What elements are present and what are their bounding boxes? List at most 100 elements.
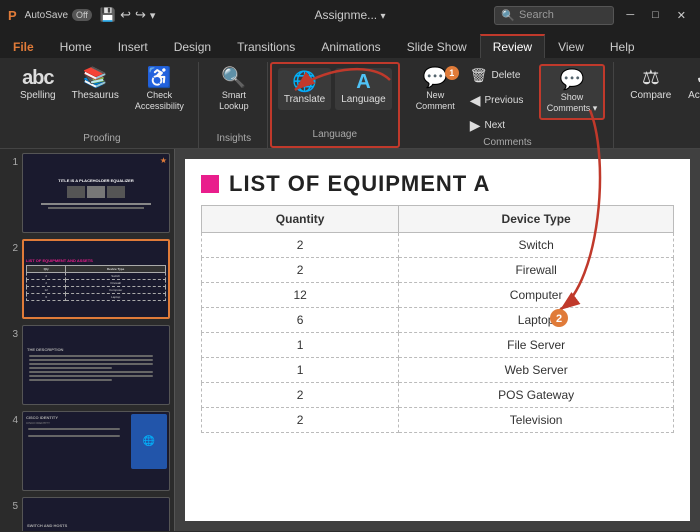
tab-help[interactable]: Help	[597, 35, 648, 58]
table-header-row: Quantity Device Type	[202, 206, 674, 233]
compare-label: Compare	[630, 90, 671, 102]
table-cell: 2	[202, 408, 399, 433]
language-items: 🌐 Translate A Language	[278, 66, 392, 129]
language-label: Language	[313, 129, 358, 144]
show-comments-label: ShowComments ▾	[547, 92, 598, 114]
tab-design[interactable]: Design	[161, 35, 224, 58]
comments-group: 💬 NewComment 1 🗑 Delete ◀ Previous ▶	[402, 62, 615, 148]
thesaurus-label: Thesaurus	[72, 90, 119, 102]
table-cell: Firewall	[399, 258, 674, 283]
table-cell: File Server	[399, 333, 674, 358]
search-icon: 🔍	[501, 9, 515, 22]
smart-lookup-button[interactable]: 🔍 SmartLookup	[209, 64, 259, 116]
slide-img-4: CISCO IDENTITY CISCO IDENTITY 🌐	[22, 411, 170, 491]
slide-thumb-4[interactable]: 4 CISCO IDENTITY CISCO IDENTITY 🌐	[4, 411, 170, 491]
table-cell: Switch	[399, 233, 674, 258]
slide-5-content: SWITCH AND HOSTS	[23, 521, 169, 531]
thesaurus-icon: 📚	[83, 68, 108, 88]
ribbon-content: abc Spelling 📚 Thesaurus ♿ CheckAccessib…	[0, 58, 700, 148]
ribbon: abc Spelling 📚 Thesaurus ♿ CheckAccessib…	[0, 58, 700, 149]
accessibility-items: 🔍 SmartLookup	[209, 62, 259, 133]
accessibility-label: Insights	[217, 133, 251, 148]
main-area: 1 ★ TITLE IS A PLACEHOLDER EQUALIZER 2	[0, 149, 700, 531]
accept-button[interactable]: ✓ Accept	[681, 64, 700, 106]
translate-button[interactable]: 🌐 Translate	[278, 68, 331, 110]
accessibility-icon: ♿	[147, 68, 172, 88]
spelling-button[interactable]: abc Spelling	[14, 64, 62, 106]
slide-pink-box	[201, 175, 219, 193]
tab-view[interactable]: View	[545, 35, 597, 58]
table-cell: 1	[202, 358, 399, 383]
next-button[interactable]: ▶ Next	[465, 114, 535, 137]
redo-icon[interactable]: ↪	[135, 7, 146, 23]
show-comments-icon: 💬	[560, 70, 585, 90]
save-icon[interactable]: 💾	[100, 7, 116, 23]
proofing-label: Proofing	[83, 133, 120, 148]
table-cell: Computer	[399, 283, 674, 308]
titlebar-left: P AutoSave Off 💾 ↩ ↪ ▾	[8, 7, 232, 23]
delete-icon: 🗑	[470, 67, 488, 84]
compare-button[interactable]: ⚖ Compare	[624, 64, 677, 106]
table-row: 1 File Server	[202, 333, 674, 358]
table-cell: Television	[399, 408, 674, 433]
ribbon-tabs: File Home Insert Design Transitions Anim…	[0, 30, 700, 58]
thesaurus-button[interactable]: 📚 Thesaurus	[66, 64, 125, 106]
slide-thumb-2[interactable]: 2 LIST OF EQUIPMENT AND ASSETS QtyDevice…	[4, 239, 170, 319]
comment-nav-group: 🗑 Delete ◀ Previous ▶ Next	[465, 64, 535, 137]
table-row: 2 Firewall	[202, 258, 674, 283]
table-cell: Laptop	[399, 308, 674, 333]
filename-arrow[interactable]: ▾	[381, 11, 386, 22]
smart-lookup-label: SmartLookup	[219, 90, 249, 112]
slide-thumb-3[interactable]: 3 THE DESCRIPTION	[4, 325, 170, 405]
filename: Assignme...	[314, 8, 377, 22]
autosave-toggle[interactable]: Off	[72, 9, 92, 21]
tab-review[interactable]: Review	[480, 34, 545, 58]
app-logo: P	[8, 8, 17, 23]
tab-slideshow[interactable]: Slide Show	[394, 35, 480, 58]
undo-icon[interactable]: ↩	[120, 7, 131, 23]
compare-items: ⚖ Compare ✓ Accept	[624, 62, 700, 144]
slide-panel[interactable]: 1 ★ TITLE IS A PLACEHOLDER EQUALIZER 2	[0, 149, 175, 531]
proofing-group: abc Spelling 📚 Thesaurus ♿ CheckAccessib…	[6, 62, 199, 148]
check-accessibility-button[interactable]: ♿ CheckAccessibility	[129, 64, 190, 116]
table-row: 12 Computer	[202, 283, 674, 308]
new-comment-label: NewComment	[416, 90, 455, 112]
spelling-icon: abc	[22, 68, 53, 88]
minimize-btn[interactable]: ─	[620, 9, 640, 21]
show-comments-button[interactable]: 💬 ShowComments ▾	[539, 64, 606, 120]
tab-animations[interactable]: Animations	[308, 35, 393, 58]
smart-lookup-icon: 🔍	[221, 68, 246, 88]
slide-thumb-1[interactable]: 1 ★ TITLE IS A PLACEHOLDER EQUALIZER	[4, 153, 170, 233]
slide-3-content: THE DESCRIPTION	[23, 345, 169, 385]
maximize-btn[interactable]: □	[646, 9, 665, 21]
titlebar-center: Assignme... ▾	[238, 8, 462, 22]
accept-label: Accept	[688, 90, 700, 102]
tab-transitions[interactable]: Transitions	[224, 35, 308, 58]
delete-button[interactable]: 🗑 Delete	[465, 64, 535, 87]
accessibility-group: 🔍 SmartLookup Insights	[201, 62, 268, 148]
language-button[interactable]: A Language	[335, 68, 392, 110]
previous-button[interactable]: ◀ Previous	[465, 89, 535, 112]
slide-img-1: ★ TITLE IS A PLACEHOLDER EQUALIZER	[22, 153, 170, 233]
proofing-items: abc Spelling 📚 Thesaurus ♿ CheckAccessib…	[14, 62, 190, 133]
new-comment-button[interactable]: 💬 NewComment 1	[410, 64, 461, 116]
close-btn[interactable]: ✕	[671, 9, 692, 22]
tab-home[interactable]: Home	[47, 35, 105, 58]
autosave-label: AutoSave	[25, 10, 68, 21]
next-icon: ▶	[470, 117, 481, 134]
slide-num-2: 2	[4, 243, 18, 254]
tab-file[interactable]: File	[0, 35, 47, 58]
tab-insert[interactable]: Insert	[105, 35, 161, 58]
delete-label: Delete	[491, 70, 520, 81]
slide-num-4: 4	[4, 415, 18, 426]
language-group: 🌐 Translate A Language Language	[270, 62, 400, 148]
language-label: Language	[341, 94, 386, 106]
comments-items: 💬 NewComment 1 🗑 Delete ◀ Previous ▶	[410, 62, 606, 137]
search-box[interactable]: 🔍 Search	[494, 6, 614, 25]
table-row: 2 Switch	[202, 233, 674, 258]
more-icon[interactable]: ▾	[150, 9, 156, 22]
table-cell: 6	[202, 308, 399, 333]
slide-thumb-5[interactable]: 5 SWITCH AND HOSTS	[4, 497, 170, 531]
translate-label: Translate	[284, 94, 325, 106]
search-placeholder: Search	[519, 9, 554, 21]
